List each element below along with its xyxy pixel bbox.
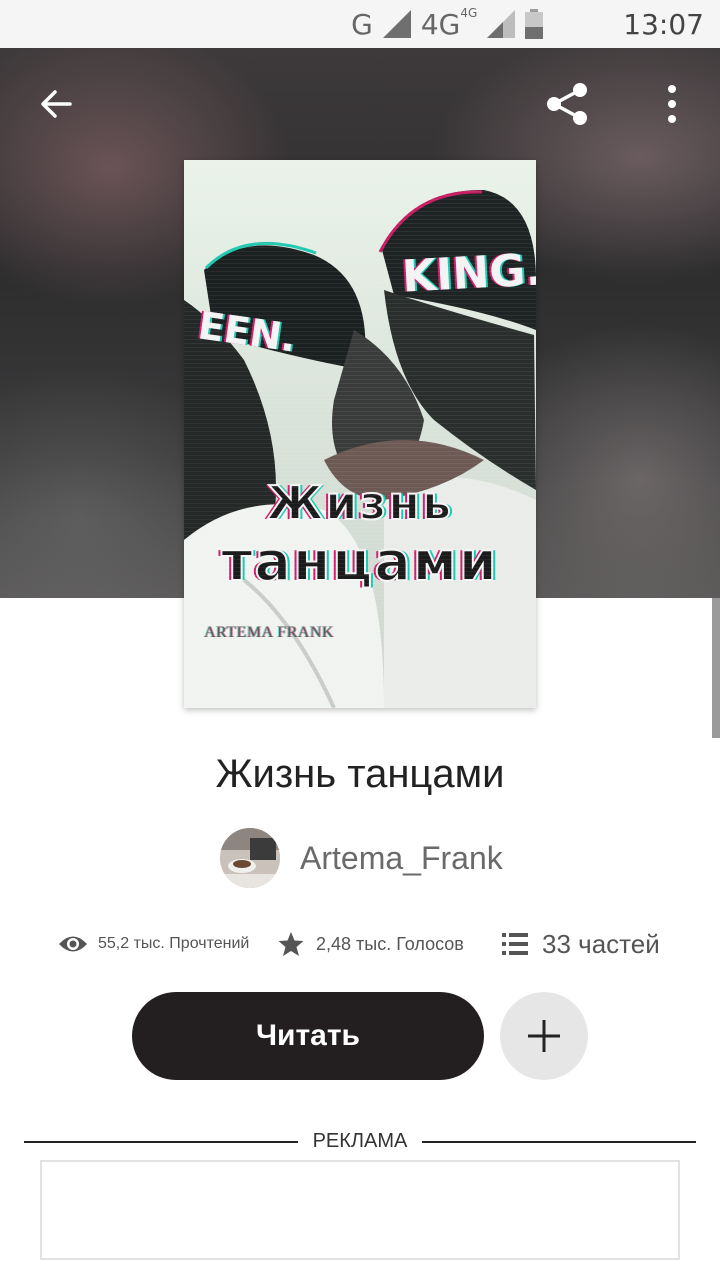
cover-cap-text-right: KING. (400, 244, 536, 303)
cover-title-line2: танцами (220, 529, 499, 594)
cover-title-line1: Жизнь (266, 475, 454, 531)
avatar-image (220, 828, 280, 888)
ad-divider: РЕКЛАМА (24, 1128, 696, 1156)
read-button[interactable]: Читать (132, 992, 484, 1080)
more-vertical-icon (668, 85, 676, 123)
reads-stat: 55,2 тыс. Прочтений (58, 924, 249, 964)
share-icon (547, 83, 587, 125)
reads-count: 55,2 тыс. Прочтений (98, 935, 250, 952)
votes-count: 2,48 тыс. Голосов (316, 933, 464, 954)
parts-count[interactable]: 33 частей (542, 929, 660, 960)
eye-icon (59, 936, 87, 952)
add-to-library-button[interactable] (500, 992, 588, 1080)
author-name[interactable]: Artema_Frank (300, 840, 503, 877)
list-icon (502, 933, 528, 955)
divider-line-right (422, 1141, 696, 1143)
scrollbar[interactable] (712, 598, 720, 738)
network-type-text: 4G (420, 7, 461, 41)
network-type-label: G (351, 7, 373, 41)
book-cover[interactable]: KING. EEN. Жизнь танцами ARTEMA FRANK (184, 160, 536, 708)
avatar[interactable] (220, 828, 280, 888)
clock: 13:07 (623, 7, 704, 41)
story-stats: 55,2 тыс. Прочтений 2,48 тыс. Голосов 33… (0, 924, 720, 964)
plus-icon (528, 1020, 560, 1052)
back-button[interactable] (32, 80, 80, 128)
cover-author: ARTEMA FRANK (204, 624, 334, 641)
signal-icon (382, 10, 411, 38)
network-type-label-2: 4G4G (420, 6, 478, 41)
battery-icon (525, 9, 544, 39)
share-button[interactable] (543, 80, 591, 128)
status-bar: G 4G4G 13:07 (0, 0, 720, 48)
star-icon (278, 932, 304, 956)
signal-icon-2 (487, 10, 516, 38)
parts-stat[interactable]: 33 частей (502, 924, 660, 964)
arrow-left-icon (41, 90, 72, 118)
votes-stat: 2,48 тыс. Голосов (278, 924, 464, 964)
story-title: Жизнь танцами (215, 752, 505, 796)
ad-container[interactable] (40, 1160, 680, 1260)
network-type-sup: 4G (460, 6, 478, 21)
author-link[interactable]: Artema_Frank (220, 828, 503, 888)
more-options-button[interactable] (648, 80, 696, 128)
